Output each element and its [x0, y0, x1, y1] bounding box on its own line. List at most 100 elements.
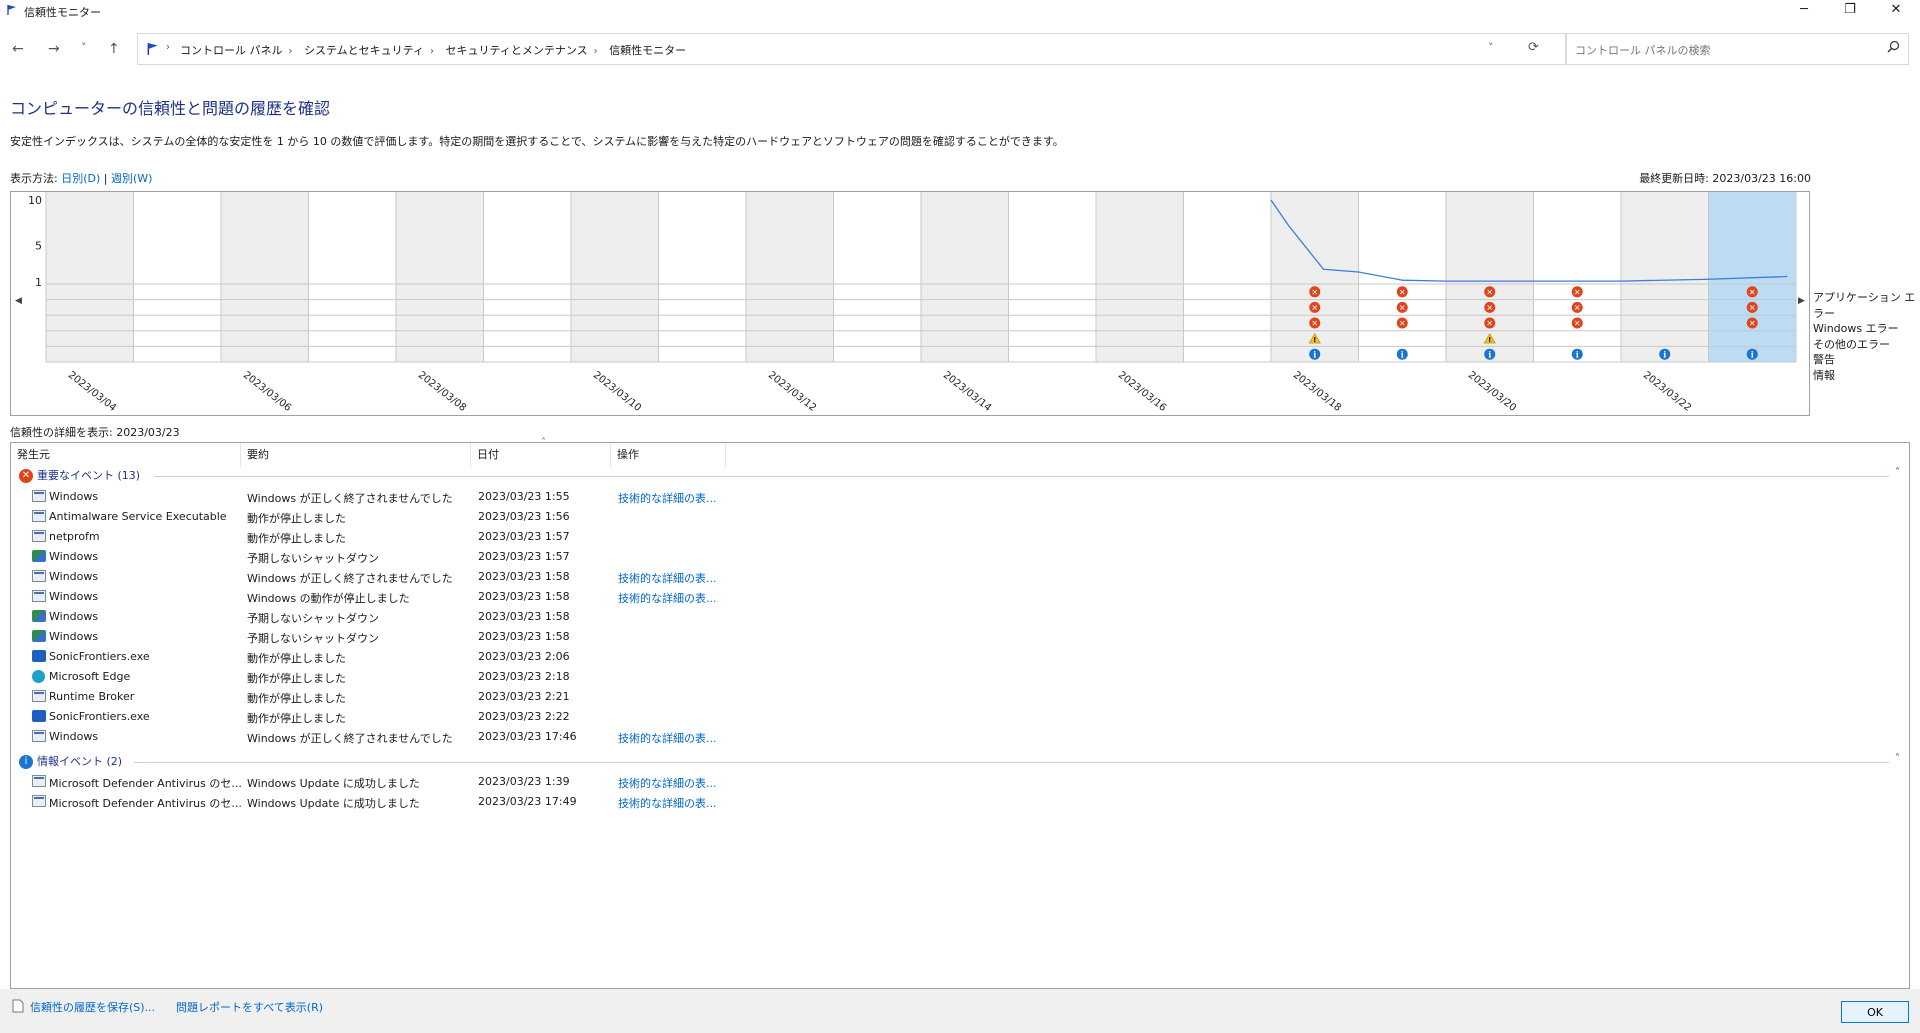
details-list[interactable]: 発生元 要約 日付 ˄ 操作 ✕ 重要なイベント (13) ˄ Windows Wi… [10, 437, 1910, 989]
action-link[interactable]: 技術的な詳細の表... [618, 775, 717, 791]
table-row[interactable]: netprofm 動作が停止しました 2023/03/23 1:57 [11, 527, 1901, 547]
chart-day-column [658, 192, 746, 362]
details-header: 信頼性の詳細を表示: 2023/03/23 [10, 426, 180, 439]
summary-cell: 予期しないシャットダウン [247, 612, 379, 625]
up-icon[interactable]: ↑ [108, 41, 120, 57]
ok-button[interactable]: OK [1841, 1001, 1909, 1023]
info-events-group[interactable]: i 情報イベント (2) ˄ [19, 753, 1900, 771]
error-mark: ✕ [1574, 288, 1581, 297]
column-header-source[interactable]: 発生元 [11, 443, 241, 467]
column-header-action[interactable]: 操作 [611, 443, 726, 467]
reliability-chart-svg[interactable]: 10 5 1 ✕ ✕ ✕! i ✕ ✕ ✕ i ✕ ✕ ✕! i ✕ ✕ ✕ i i ✕ ✕ ✕ i 2023/03/04 202… [11, 192, 1811, 417]
table-row[interactable]: Antimalware Service Executable 動作が停止しました 2… [11, 507, 1901, 527]
action-link[interactable]: 技術的な詳細の表... [618, 730, 717, 746]
error-mark: ✕ [1311, 319, 1318, 328]
date-cell: 2023/03/23 1:56 [478, 510, 570, 523]
table-row[interactable]: Windows 予期しないシャットダウン 2023/03/23 1:57 [11, 547, 1901, 567]
table-row[interactable]: Windows Windows の動作が停止しました 2023/03/23 1:58… [11, 587, 1901, 607]
info-mark: i [1751, 350, 1754, 360]
chart-day-column [396, 192, 484, 362]
breadcrumb-separator-icon: › [166, 42, 170, 53]
row-label-windows-errors: Windows エラー [1813, 322, 1899, 336]
search-icon[interactable] [1887, 40, 1900, 53]
column-header-summary[interactable]: 要約 [241, 443, 471, 467]
address-bar[interactable]: › コントロール パネル › システムとセキュリティ › セキュリティとメンテナンス… [137, 33, 1566, 65]
table-row[interactable]: SonicFrontiers.exe 動作が停止しました 2023/03/23 2:… [11, 707, 1901, 727]
reliability-chart[interactable]: 10 5 1 ✕ ✕ ✕! i ✕ ✕ ✕ i ✕ ✕ ✕! i ✕ ✕ ✕ i i ✕ ✕ ✕ i 2023/03/04 202… [10, 191, 1810, 416]
breadcrumb-item-security-maintenance[interactable]: セキュリティとメンテナンス [446, 44, 588, 57]
breadcrumb-item-system-security[interactable]: システムとセキュリティ [304, 44, 424, 57]
summary-cell: Windows が正しく終了されませんでした [247, 572, 453, 585]
summary-cell: 予期しないシャットダウン [247, 632, 379, 645]
restore-button[interactable]: ❐ [1827, 0, 1873, 22]
search-box[interactable] [1566, 33, 1909, 65]
row-label-information: 情報 [1813, 368, 1835, 382]
action-link[interactable]: 技術的な詳細の表... [618, 570, 717, 586]
back-icon[interactable]: ← [12, 41, 24, 57]
critical-events-group[interactable]: ✕ 重要なイベント (13) ˄ [19, 467, 1900, 485]
collapse-icon[interactable]: ˄ [1895, 753, 1900, 764]
source-cell: Microsoft Defender Antivirus のセ... [49, 797, 242, 810]
window-icon [32, 730, 46, 742]
table-row[interactable]: Windows 予期しないシャットダウン 2023/03/23 1:58 [11, 607, 1901, 627]
table-row[interactable]: Microsoft Defender Antivirus のセ... Window… [11, 772, 1901, 792]
summary-cell: 動作が停止しました [247, 712, 346, 725]
info-mark: i [1401, 350, 1404, 360]
recent-locations-icon[interactable]: ˅ [81, 41, 87, 54]
date-cell: 2023/03/23 1:55 [478, 490, 570, 503]
source-cell: Windows [49, 610, 99, 623]
table-row[interactable]: Microsoft Defender Antivirus のセ... Window… [11, 792, 1901, 812]
summary-cell: 動作が停止しました [247, 692, 346, 705]
table-row[interactable]: Microsoft Edge 動作が停止しました 2023/03/23 2:18 [11, 667, 1901, 687]
source-cell: Microsoft Defender Antivirus のセ... [49, 777, 242, 790]
breadcrumb-item-reliability-monitor[interactable]: 信頼性モニター [609, 44, 686, 57]
chart-scroll-right-icon[interactable]: ▶ [1798, 296, 1805, 306]
source-cell: Runtime Broker [49, 690, 135, 703]
shutdown-icon [32, 550, 46, 562]
date-tick-label: 2023/03/08 [416, 370, 468, 414]
view-daily-link[interactable]: 日別(D) [61, 172, 100, 185]
table-row[interactable]: Runtime Broker 動作が停止しました 2023/03/23 2:21 [11, 687, 1901, 707]
refresh-icon[interactable]: ⟳ [1528, 40, 1539, 55]
date-cell: 2023/03/23 1:58 [478, 610, 570, 623]
action-link[interactable]: 技術的な詳細の表... [618, 490, 717, 506]
date-tick-label: 2023/03/14 [941, 370, 993, 414]
date-cell: 2023/03/23 1:57 [478, 550, 570, 563]
summary-cell: Windows が正しく終了されませんでした [247, 492, 453, 505]
table-row[interactable]: SonicFrontiers.exe 動作が停止しました 2023/03/23 2:… [11, 647, 1901, 667]
view-separator: | [103, 172, 108, 185]
search-input[interactable] [1573, 40, 1877, 60]
table-row[interactable]: Windows 予期しないシャットダウン 2023/03/23 1:58 [11, 627, 1901, 647]
date-cell: 2023/03/23 1:57 [478, 530, 570, 543]
table-row[interactable]: Windows Windows が正しく終了されませんでした 2023/03/23 … [11, 727, 1901, 747]
date-tick-label: 2023/03/18 [1291, 370, 1343, 414]
view-all-reports-link[interactable]: 問題レポートをすべて表示(R) [176, 999, 323, 1015]
table-row[interactable]: Windows Windows が正しく終了されませんでした 2023/03/23 … [11, 487, 1901, 507]
window-icon [32, 775, 46, 787]
source-cell: SonicFrontiers.exe [49, 650, 150, 663]
info-events-label: 情報イベント (2) [37, 755, 123, 768]
table-row[interactable]: Windows Windows が正しく終了されませんでした 2023/03/23 … [11, 567, 1901, 587]
date-tick-label: 2023/03/20 [1466, 370, 1518, 414]
view-weekly-link[interactable]: 週別(W) [111, 172, 152, 185]
action-link[interactable]: 技術的な詳細の表... [618, 795, 717, 811]
address-dropdown-icon[interactable]: ˅ [1488, 41, 1494, 54]
collapse-icon[interactable]: ˄ [1895, 467, 1900, 478]
chart-day-column [1533, 192, 1621, 362]
y-tick-label: 10 [28, 194, 42, 207]
forward-icon[interactable]: → [48, 41, 60, 57]
breadcrumb-item-control-panel[interactable]: コントロール パネル [180, 44, 283, 57]
minimize-button[interactable]: ─ [1781, 0, 1827, 22]
error-mark: ✕ [1311, 288, 1318, 297]
save-history-link[interactable]: 信頼性の履歴を保存(S)... [30, 999, 155, 1015]
flag-icon [7, 5, 16, 15]
row-label-app-errors: アプリケーション エラー [1813, 291, 1916, 320]
chart-scroll-left-icon[interactable]: ◀ [15, 296, 22, 306]
summary-cell: 動作が停止しました [247, 532, 346, 545]
action-link[interactable]: 技術的な詳細の表... [618, 590, 717, 606]
chart-day-column [308, 192, 396, 362]
error-mark: ✕ [1486, 319, 1493, 328]
info-mark: i [1663, 350, 1666, 360]
close-button[interactable]: ✕ [1873, 0, 1919, 22]
chart-day-column [1621, 192, 1709, 362]
